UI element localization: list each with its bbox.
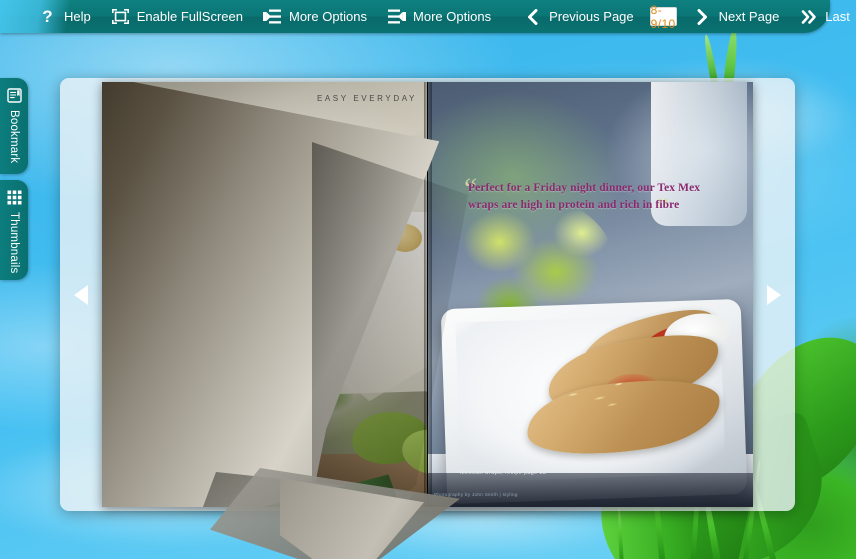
more-options-label-2: More Options <box>413 9 492 24</box>
left-photo-potato <box>346 232 376 257</box>
book-page-left[interactable]: EASY EVERYDAY easy everyday <box>102 82 427 507</box>
chevron-left-icon <box>523 7 542 26</box>
right-photo-shadow <box>428 473 753 507</box>
enable-fullscreen-label: Enable FullScreen <box>136 9 243 24</box>
previous-page-arrow[interactable] <box>60 78 102 511</box>
sidebar-tab-bookmark[interactable]: Bookmark <box>0 78 28 174</box>
left-photo-potato <box>354 200 394 232</box>
previous-page-label: Previous Page <box>549 9 634 24</box>
previous-page-button[interactable]: Previous Page <box>513 0 644 33</box>
question-mark-icon: ? <box>42 7 53 26</box>
last-page-button[interactable]: Last <box>789 0 856 33</box>
right-triangle-icon <box>767 284 781 305</box>
next-page-label: Next Page <box>718 9 780 24</box>
fullscreen-icon <box>111 7 130 26</box>
top-toolbar: ? Help Enable FullScreen More Options Mo… <box>0 0 850 33</box>
book-spread[interactable]: EASY EVERYDAY easy everyday “ ” Perfect … <box>102 82 753 507</box>
more-options-right-icon <box>263 7 282 26</box>
grid-thumbnails-icon <box>6 189 22 205</box>
left-triangle-icon <box>74 284 88 305</box>
right-page-caption: Mexican wraps, recipe page 23 <box>460 470 547 476</box>
right-page-credit: Photography by John Smith | styling <box>434 492 518 497</box>
left-page-header: EASY EVERYDAY <box>316 94 417 103</box>
page-number-value: 8-9/10 <box>650 2 676 31</box>
left-photo-shadow <box>102 477 302 507</box>
more-options-label-1: More Options <box>288 9 368 24</box>
sidebar-tab-thumbnails-label: Thumbnails <box>8 212 20 274</box>
more-options-button-1[interactable]: More Options <box>253 0 377 33</box>
sidebar-tab-bookmark-label: Bookmark <box>8 110 20 164</box>
sidebar-tab-thumbnails[interactable]: Thumbnails <box>0 180 28 280</box>
book-gutter <box>424 82 432 507</box>
left-page-footnote: easy everyday <box>122 493 162 499</box>
help-label: Help <box>64 9 91 24</box>
next-page-button[interactable]: Next Page <box>683 0 790 33</box>
more-options-button-2[interactable]: More Options <box>377 0 501 33</box>
more-options-left-icon <box>387 7 406 26</box>
double-chevron-right-icon <box>799 7 818 26</box>
enable-fullscreen-button[interactable]: Enable FullScreen <box>101 0 253 33</box>
book-page-right[interactable]: “ ” Perfect for a Friday night dinner, o… <box>428 82 753 507</box>
help-button[interactable]: ? Help <box>28 0 101 33</box>
flipbook-viewer: EASY EVERYDAY easy everyday “ ” Perfect … <box>60 78 795 559</box>
next-page-arrow[interactable] <box>753 78 795 511</box>
last-page-label: Last <box>825 9 850 24</box>
right-page-pull-quote: Perfect for a Friday night dinner, our T… <box>468 182 701 211</box>
left-photo-potato <box>388 224 422 252</box>
page-number-input[interactable]: 8-9/10 <box>649 3 677 31</box>
chevron-right-icon <box>693 7 712 26</box>
bookmark-note-icon <box>6 87 22 103</box>
